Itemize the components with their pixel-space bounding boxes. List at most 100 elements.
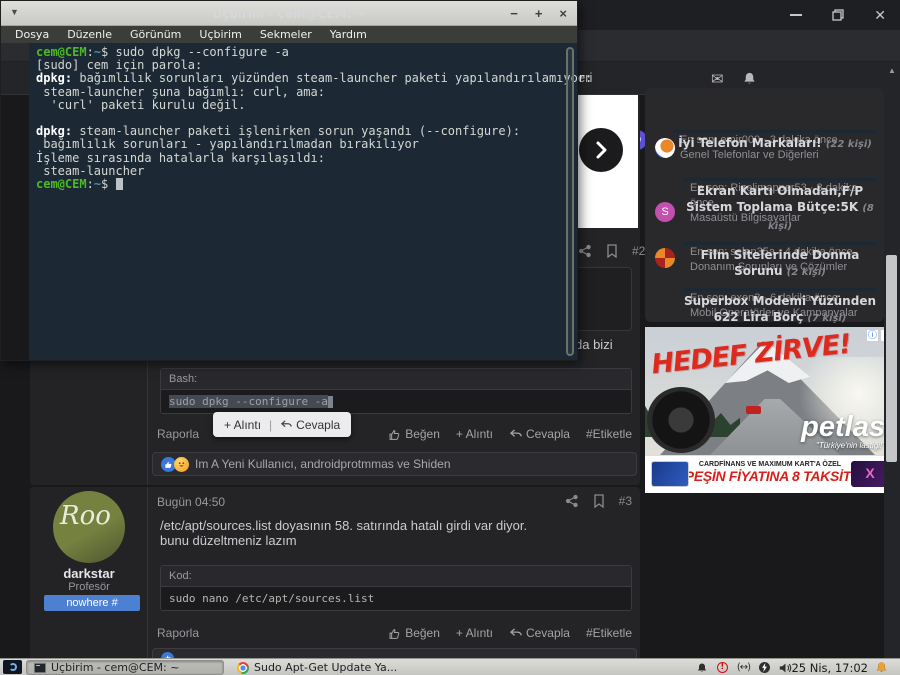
- ad-card-left-graphic: [651, 461, 689, 487]
- taskbar: Uçbirim - cem@CEM: ~ Sudo Apt-Get Update…: [0, 658, 900, 675]
- post3-author-avatar[interactable]: Roo: [53, 491, 125, 563]
- post3-timestamp[interactable]: Bugün 04:50: [157, 495, 225, 509]
- reply-icon: [509, 628, 522, 639]
- advertisement[interactable]: HEDEF ZİRVE! petlas "Türkiye'nin lastiği…: [645, 327, 895, 493]
- system-tray: ! (↔): [696, 660, 792, 675]
- taskbar-window-terminal[interactable]: Uçbirim - cem@CEM: ~: [26, 660, 224, 675]
- like-button[interactable]: Beğen: [388, 626, 440, 640]
- clock[interactable]: 25 Nis, 17:02: [791, 661, 868, 675]
- taskbar-window-browser[interactable]: Sudo Apt-Get Update Ya...: [230, 660, 404, 675]
- post2-footer: Raporla Beğen + Alıntı Cevapla #Etiketle: [157, 427, 632, 441]
- post3-code-block: Kod: sudo nano /etc/apt/sources.list: [160, 565, 632, 611]
- love-reaction-icon: [174, 457, 189, 472]
- menu-edit[interactable]: Düzenle: [59, 28, 120, 41]
- terminal-output[interactable]: cem@CEM:~$ sudo dpkg --configure -a [sud…: [29, 43, 577, 360]
- quote-button[interactable]: + Alıntı: [456, 626, 493, 640]
- network-icon[interactable]: (↔): [737, 662, 750, 673]
- selection-handle[interactable]: [328, 396, 333, 408]
- browser-close-icon[interactable]: ✕: [874, 8, 886, 22]
- topic-title[interactable]: Superbox Modemi Yüzünden 622 Lira Borç: [684, 294, 876, 324]
- scroll-up-arrow-icon[interactable]: ▲: [884, 66, 900, 75]
- updates-warning-icon[interactable]: !: [717, 662, 728, 673]
- browser-scrollbar[interactable]: ▲: [884, 62, 900, 658]
- alerts-bell-icon[interactable]: [742, 71, 757, 86]
- reply-button[interactable]: Cevapla: [509, 427, 570, 441]
- taskbar-window1-label: Uçbirim - cem@CEM: ~: [51, 661, 179, 674]
- avatar-text: Roo: [60, 501, 111, 531]
- terminal-titlebar[interactable]: ▼ Uçbirim - cem@CEM: ~ − + ×: [1, 1, 577, 26]
- post2-reactions-text: Im A Yeni Kullanıcı, androidprotmmas ve …: [195, 457, 451, 471]
- thumb-up-icon: [388, 428, 401, 441]
- post3-body-line2: bunu düzeltmeniz lazım: [160, 533, 527, 548]
- post2-attached-image[interactable]: [577, 95, 638, 228]
- inbox-envelope-icon[interactable]: ✉: [711, 70, 724, 88]
- code-language-label: Bash:: [161, 369, 631, 390]
- bookmark-icon[interactable]: [593, 494, 605, 508]
- chrome-icon: [237, 662, 249, 674]
- post3-body: /etc/apt/sources.list doyasının 58. satı…: [160, 518, 527, 548]
- post3-body-line1: /etc/apt/sources.list doyasının 58. satı…: [160, 518, 527, 533]
- post2-reactions[interactable]: Im A Yeni Kullanıcı, androidprotmmas ve …: [152, 452, 637, 476]
- app-menu-icon[interactable]: [3, 660, 22, 674]
- topic-title[interactable]: Ekran Kartı Olmadan,F/P Sistem Toplama B…: [686, 184, 863, 214]
- topic-reader-count: (22 kişi): [826, 139, 872, 150]
- post3-number[interactable]: #3: [619, 494, 632, 508]
- pending-notifications-bell-icon[interactable]: [875, 661, 888, 674]
- topic-title[interactable]: İyi Telefon Markaları!: [678, 136, 822, 150]
- tag-button[interactable]: #Etiketle: [586, 427, 632, 441]
- terminal-menubar: Dosya Düzenle Görünüm Uçbirim Sekmeler Y…: [1, 26, 577, 43]
- post2-code-block: Bash: sudo dpkg --configure -a: [160, 368, 632, 414]
- image-next-button[interactable]: [579, 128, 623, 172]
- tag-button[interactable]: #Etiketle: [586, 626, 632, 640]
- notification-bell-icon[interactable]: [696, 662, 708, 674]
- terminal-icon: [34, 663, 46, 673]
- reply-button[interactable]: Cevapla: [509, 626, 570, 640]
- post3-author-badge[interactable]: nowhere #: [44, 595, 140, 611]
- report-link[interactable]: Raporla: [157, 427, 199, 441]
- power-manager-icon[interactable]: [759, 662, 770, 673]
- post3-footer: Raporla Beğen + Alıntı Cevapla #Etiketle: [157, 626, 632, 640]
- post3-author-title: Profesör: [30, 581, 148, 593]
- terminal-command: sudo dpkg --configure -a: [108, 45, 289, 59]
- topic-avatar: [655, 138, 675, 158]
- taskbar-window2-label: Sudo Apt-Get Update Ya...: [254, 661, 397, 674]
- menu-view[interactable]: Görünüm: [122, 28, 189, 41]
- ad-brand-logo: petlas: [801, 413, 885, 441]
- post2-number[interactable]: #2: [632, 244, 645, 258]
- topic-avatar: [655, 248, 675, 268]
- share-icon[interactable]: [578, 244, 592, 258]
- minimize-icon[interactable]: −: [510, 6, 518, 21]
- post3-code[interactable]: sudo nano /etc/apt/sources.list: [161, 587, 631, 610]
- topic-title[interactable]: Film Sitelerinde Donma Sorunu: [701, 248, 860, 278]
- menu-tabs[interactable]: Sekmeler: [252, 28, 320, 41]
- reply-icon: [509, 429, 522, 440]
- terminal-scrollbar[interactable]: [566, 47, 574, 356]
- post3-meta-icons: #3: [565, 494, 632, 508]
- forum-post-3: Roo darkstar Profesör nowhere # Bugün 04…: [30, 487, 640, 658]
- ad-tire-graphic: [647, 387, 715, 453]
- quote-button[interactable]: + Alıntı: [456, 427, 493, 441]
- menu-terminal[interactable]: Uçbirim: [191, 28, 249, 41]
- browser-minimize-icon[interactable]: [790, 14, 802, 16]
- menu-help[interactable]: Yardım: [322, 28, 375, 41]
- volume-icon[interactable]: [779, 662, 792, 674]
- chevron-right-icon: [593, 140, 609, 160]
- menu-file[interactable]: Dosya: [7, 28, 57, 41]
- topic-reader-count: (7 kişi): [807, 313, 846, 324]
- like-button[interactable]: Beğen: [388, 427, 440, 441]
- maximize-icon[interactable]: +: [535, 6, 543, 21]
- terminal-cursor: [116, 178, 123, 190]
- browser-restore-icon[interactable]: [832, 9, 844, 21]
- scrollbar-thumb[interactable]: [886, 255, 897, 462]
- adchoices-info-icon[interactable]: ⓘ: [866, 329, 879, 342]
- post2-code-selected[interactable]: sudo dpkg --configure -a: [169, 395, 328, 408]
- topic-avatar: S: [655, 202, 675, 222]
- bookmark-icon[interactable]: [606, 244, 618, 258]
- code-language-label: Kod:: [161, 566, 631, 587]
- post3-author-name[interactable]: darkstar: [30, 566, 148, 581]
- close-icon[interactable]: ×: [559, 6, 567, 21]
- terminal-window: ▼ Uçbirim - cem@CEM: ~ − + × Dosya Düzen…: [0, 0, 578, 361]
- desktop: ✕ .745697/#post-5934… ☆ ⋮ eri O ortaokul…: [0, 0, 900, 675]
- report-link[interactable]: Raporla: [157, 626, 199, 640]
- share-icon[interactable]: [565, 494, 579, 508]
